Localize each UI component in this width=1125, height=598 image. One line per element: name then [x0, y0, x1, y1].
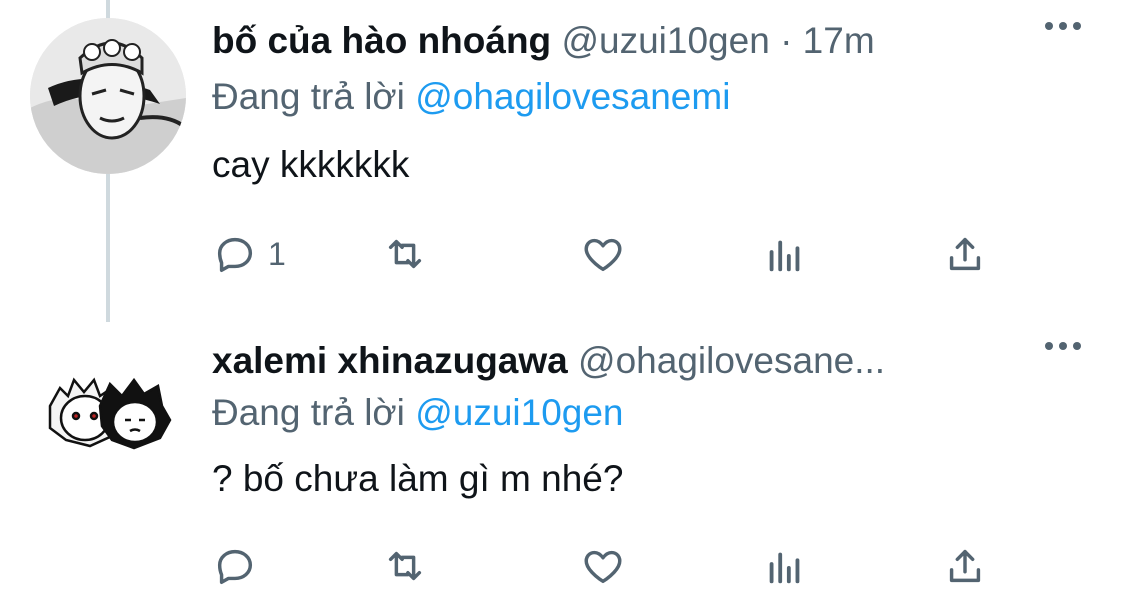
like-icon	[584, 550, 622, 584]
tweet-item[interactable]: bố của hào nhoáng @uzui10gen · 17m Đang …	[0, 0, 1125, 322]
like-icon	[584, 238, 622, 272]
replying-to-label: Đang trả lời	[212, 76, 405, 117]
tweet-actions: 1	[212, 228, 1012, 280]
views-icon	[769, 552, 800, 584]
tweet-text: cay kkkkkkk	[212, 144, 410, 185]
more-icon[interactable]	[1045, 342, 1081, 350]
replying-to-handle[interactable]: @ohagilovesanemi	[415, 76, 730, 117]
share-button[interactable]	[942, 540, 988, 592]
reply-icon	[217, 549, 253, 585]
replying-to-handle[interactable]: @uzui10gen	[415, 392, 623, 433]
views-icon	[769, 240, 800, 272]
manga-character-avatar-icon	[30, 18, 186, 174]
tweet-header: xalemi xhinazugawa @ohagilovesane...	[212, 336, 885, 386]
retweet-button[interactable]	[382, 540, 428, 592]
replying-to: Đang trả lời @uzui10gen	[212, 388, 624, 438]
timestamp[interactable]: 17m	[803, 20, 875, 61]
reply-button[interactable]: 1	[212, 228, 286, 280]
user-handle[interactable]: @ohagilovesane...	[578, 340, 885, 381]
retweet-button[interactable]	[382, 228, 428, 280]
two-chibi-characters-avatar-icon	[30, 336, 186, 492]
replying-to: Đang trả lời @ohagilovesanemi	[212, 72, 730, 122]
retweet-icon	[388, 551, 422, 581]
share-icon	[949, 549, 981, 583]
display-name[interactable]: bố của hào nhoáng	[212, 20, 551, 61]
tweet-item[interactable]: xalemi xhinazugawa @ohagilovesane... Đan…	[0, 322, 1125, 598]
reply-button[interactable]	[212, 540, 268, 592]
retweet-icon	[388, 239, 422, 269]
avatar[interactable]	[30, 336, 186, 492]
share-button[interactable]	[942, 228, 988, 280]
views-button[interactable]	[762, 540, 808, 592]
replying-to-label: Đang trả lời	[212, 392, 405, 433]
display-name[interactable]: xalemi xhinazugawa	[212, 340, 568, 381]
tweet-text: ? bố chưa làm gì m nhé?	[212, 458, 624, 499]
tweet-actions	[212, 540, 1012, 592]
more-icon[interactable]	[1045, 22, 1081, 30]
share-icon	[949, 237, 981, 271]
avatar[interactable]	[30, 18, 186, 174]
reply-icon	[217, 237, 253, 273]
like-button[interactable]	[580, 540, 626, 592]
like-button[interactable]	[580, 228, 626, 280]
reply-count: 1	[268, 235, 286, 272]
tweet-header: bố của hào nhoáng @uzui10gen · 17m	[212, 16, 875, 66]
user-handle[interactable]: @uzui10gen	[561, 20, 769, 61]
views-button[interactable]	[762, 228, 808, 280]
separator-dot: ·	[780, 20, 793, 61]
